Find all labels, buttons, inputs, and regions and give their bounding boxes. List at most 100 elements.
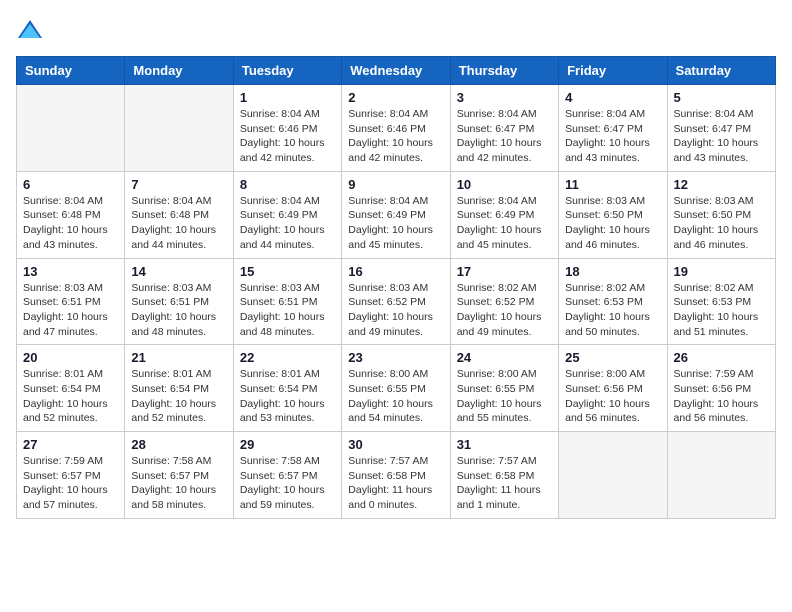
- calendar-cell: 27 Sunrise: 7:59 AMSunset: 6:57 PMDayligh…: [17, 432, 125, 519]
- calendar-cell: 25 Sunrise: 8:00 AMSunset: 6:56 PMDayligh…: [559, 345, 667, 432]
- day-number: 22: [240, 350, 335, 365]
- calendar-cell: 21 Sunrise: 8:01 AMSunset: 6:54 PMDayligh…: [125, 345, 233, 432]
- day-number: 2: [348, 90, 443, 105]
- day-number: 26: [674, 350, 769, 365]
- day-info: Sunrise: 8:02 AMSunset: 6:53 PMDaylight:…: [565, 281, 660, 340]
- day-number: 12: [674, 177, 769, 192]
- day-info: Sunrise: 8:04 AMSunset: 6:49 PMDaylight:…: [348, 194, 443, 253]
- day-info: Sunrise: 8:04 AMSunset: 6:49 PMDaylight:…: [240, 194, 335, 253]
- day-info: Sunrise: 8:02 AMSunset: 6:52 PMDaylight:…: [457, 281, 552, 340]
- day-number: 28: [131, 437, 226, 452]
- day-number: 9: [348, 177, 443, 192]
- day-number: 6: [23, 177, 118, 192]
- day-info: Sunrise: 8:03 AMSunset: 6:51 PMDaylight:…: [131, 281, 226, 340]
- calendar-cell: 13 Sunrise: 8:03 AMSunset: 6:51 PMDayligh…: [17, 258, 125, 345]
- calendar-cell: 23 Sunrise: 8:00 AMSunset: 6:55 PMDayligh…: [342, 345, 450, 432]
- weekday-header: Saturday: [667, 57, 775, 85]
- calendar-cell: [667, 432, 775, 519]
- day-number: 21: [131, 350, 226, 365]
- calendar-cell: 10 Sunrise: 8:04 AMSunset: 6:49 PMDayligh…: [450, 171, 558, 258]
- weekday-header: Tuesday: [233, 57, 341, 85]
- day-number: 10: [457, 177, 552, 192]
- calendar-cell: [17, 85, 125, 172]
- day-number: 14: [131, 264, 226, 279]
- calendar-cell: 12 Sunrise: 8:03 AMSunset: 6:50 PMDayligh…: [667, 171, 775, 258]
- day-number: 30: [348, 437, 443, 452]
- calendar-cell: 1Sunrise: 8:04 AMSunset: 6:46 PMDaylight…: [233, 85, 341, 172]
- day-info: Sunrise: 8:03 AMSunset: 6:51 PMDaylight:…: [23, 281, 118, 340]
- calendar-cell: 24 Sunrise: 8:00 AMSunset: 6:55 PMDayligh…: [450, 345, 558, 432]
- day-number: 7: [131, 177, 226, 192]
- weekday-header: Wednesday: [342, 57, 450, 85]
- calendar-week-row: 20 Sunrise: 8:01 AMSunset: 6:54 PMDayligh…: [17, 345, 776, 432]
- day-info: Sunrise: 8:03 AMSunset: 6:52 PMDaylight:…: [348, 281, 443, 340]
- calendar-cell: 28Sunrise: 7:58 AMSunset: 6:57 PMDayligh…: [125, 432, 233, 519]
- calendar-week-row: 13 Sunrise: 8:03 AMSunset: 6:51 PMDayligh…: [17, 258, 776, 345]
- calendar-week-row: 27 Sunrise: 7:59 AMSunset: 6:57 PMDayligh…: [17, 432, 776, 519]
- logo-icon: [16, 16, 44, 44]
- day-number: 25: [565, 350, 660, 365]
- calendar-cell: 3 Sunrise: 8:04 AMSunset: 6:47 PMDaylight…: [450, 85, 558, 172]
- calendar-week-row: 1Sunrise: 8:04 AMSunset: 6:46 PMDaylight…: [17, 85, 776, 172]
- calendar-cell: 22 Sunrise: 8:01 AMSunset: 6:54 PMDayligh…: [233, 345, 341, 432]
- calendar-cell: 4Sunrise: 8:04 AMSunset: 6:47 PMDaylight…: [559, 85, 667, 172]
- day-info: Sunrise: 8:02 AMSunset: 6:53 PMDaylight:…: [674, 281, 769, 340]
- day-number: 18: [565, 264, 660, 279]
- weekday-header: Thursday: [450, 57, 558, 85]
- calendar-cell: 26 Sunrise: 7:59 AMSunset: 6:56 PMDayligh…: [667, 345, 775, 432]
- calendar-cell: 29Sunrise: 7:58 AMSunset: 6:57 PMDayligh…: [233, 432, 341, 519]
- day-number: 16: [348, 264, 443, 279]
- day-number: 3: [457, 90, 552, 105]
- day-info: Sunrise: 7:59 AMSunset: 6:56 PMDaylight:…: [674, 367, 769, 426]
- day-number: 19: [674, 264, 769, 279]
- day-info: Sunrise: 8:04 AMSunset: 6:48 PMDaylight:…: [23, 194, 118, 253]
- calendar-cell: 19 Sunrise: 8:02 AMSunset: 6:53 PMDayligh…: [667, 258, 775, 345]
- calendar-cell: 5Sunrise: 8:04 AMSunset: 6:47 PMDaylight…: [667, 85, 775, 172]
- day-info: Sunrise: 8:01 AMSunset: 6:54 PMDaylight:…: [23, 367, 118, 426]
- calendar-cell: 16 Sunrise: 8:03 AMSunset: 6:52 PMDayligh…: [342, 258, 450, 345]
- day-number: 31: [457, 437, 552, 452]
- calendar-cell: 30 Sunrise: 7:57 AMSunset: 6:58 PMDayligh…: [342, 432, 450, 519]
- calendar-cell: 8 Sunrise: 8:04 AMSunset: 6:49 PMDaylight…: [233, 171, 341, 258]
- logo: [16, 16, 48, 44]
- day-info: Sunrise: 8:03 AMSunset: 6:50 PMDaylight:…: [674, 194, 769, 253]
- calendar-week-row: 6 Sunrise: 8:04 AMSunset: 6:48 PMDaylight…: [17, 171, 776, 258]
- day-info: Sunrise: 7:57 AMSunset: 6:58 PMDaylight:…: [348, 454, 443, 513]
- day-info: Sunrise: 8:04 AMSunset: 6:49 PMDaylight:…: [457, 194, 552, 253]
- calendar-cell: 14 Sunrise: 8:03 AMSunset: 6:51 PMDayligh…: [125, 258, 233, 345]
- day-info: Sunrise: 8:04 AMSunset: 6:47 PMDaylight:…: [565, 107, 660, 166]
- day-info: Sunrise: 7:59 AMSunset: 6:57 PMDaylight:…: [23, 454, 118, 513]
- day-info: Sunrise: 8:03 AMSunset: 6:50 PMDaylight:…: [565, 194, 660, 253]
- weekday-header: Friday: [559, 57, 667, 85]
- day-info: Sunrise: 8:04 AMSunset: 6:47 PMDaylight:…: [674, 107, 769, 166]
- day-number: 13: [23, 264, 118, 279]
- day-info: Sunrise: 8:00 AMSunset: 6:56 PMDaylight:…: [565, 367, 660, 426]
- calendar-cell: 20 Sunrise: 8:01 AMSunset: 6:54 PMDayligh…: [17, 345, 125, 432]
- day-info: Sunrise: 8:00 AMSunset: 6:55 PMDaylight:…: [348, 367, 443, 426]
- calendar-cell: 15Sunrise: 8:03 AMSunset: 6:51 PMDayligh…: [233, 258, 341, 345]
- day-number: 8: [240, 177, 335, 192]
- day-number: 11: [565, 177, 660, 192]
- calendar-cell: 2Sunrise: 8:04 AMSunset: 6:46 PMDaylight…: [342, 85, 450, 172]
- day-number: 17: [457, 264, 552, 279]
- day-number: 27: [23, 437, 118, 452]
- calendar-cell: 18 Sunrise: 8:02 AMSunset: 6:53 PMDayligh…: [559, 258, 667, 345]
- day-info: Sunrise: 8:01 AMSunset: 6:54 PMDaylight:…: [240, 367, 335, 426]
- day-info: Sunrise: 7:57 AMSunset: 6:58 PMDaylight:…: [457, 454, 552, 513]
- calendar-cell: 11 Sunrise: 8:03 AMSunset: 6:50 PMDayligh…: [559, 171, 667, 258]
- day-info: Sunrise: 8:04 AMSunset: 6:48 PMDaylight:…: [131, 194, 226, 253]
- day-info: Sunrise: 8:04 AMSunset: 6:46 PMDaylight:…: [240, 107, 335, 166]
- calendar-cell: 7 Sunrise: 8:04 AMSunset: 6:48 PMDaylight…: [125, 171, 233, 258]
- calendar-cell: 17 Sunrise: 8:02 AMSunset: 6:52 PMDayligh…: [450, 258, 558, 345]
- weekday-header-row: SundayMondayTuesdayWednesdayThursdayFrid…: [17, 57, 776, 85]
- day-number: 20: [23, 350, 118, 365]
- day-number: 23: [348, 350, 443, 365]
- day-number: 15: [240, 264, 335, 279]
- day-info: Sunrise: 7:58 AMSunset: 6:57 PMDaylight:…: [240, 454, 335, 513]
- day-info: Sunrise: 8:01 AMSunset: 6:54 PMDaylight:…: [131, 367, 226, 426]
- day-number: 24: [457, 350, 552, 365]
- weekday-header: Monday: [125, 57, 233, 85]
- day-info: Sunrise: 8:04 AMSunset: 6:47 PMDaylight:…: [457, 107, 552, 166]
- day-info: Sunrise: 8:00 AMSunset: 6:55 PMDaylight:…: [457, 367, 552, 426]
- page-header: [16, 16, 776, 44]
